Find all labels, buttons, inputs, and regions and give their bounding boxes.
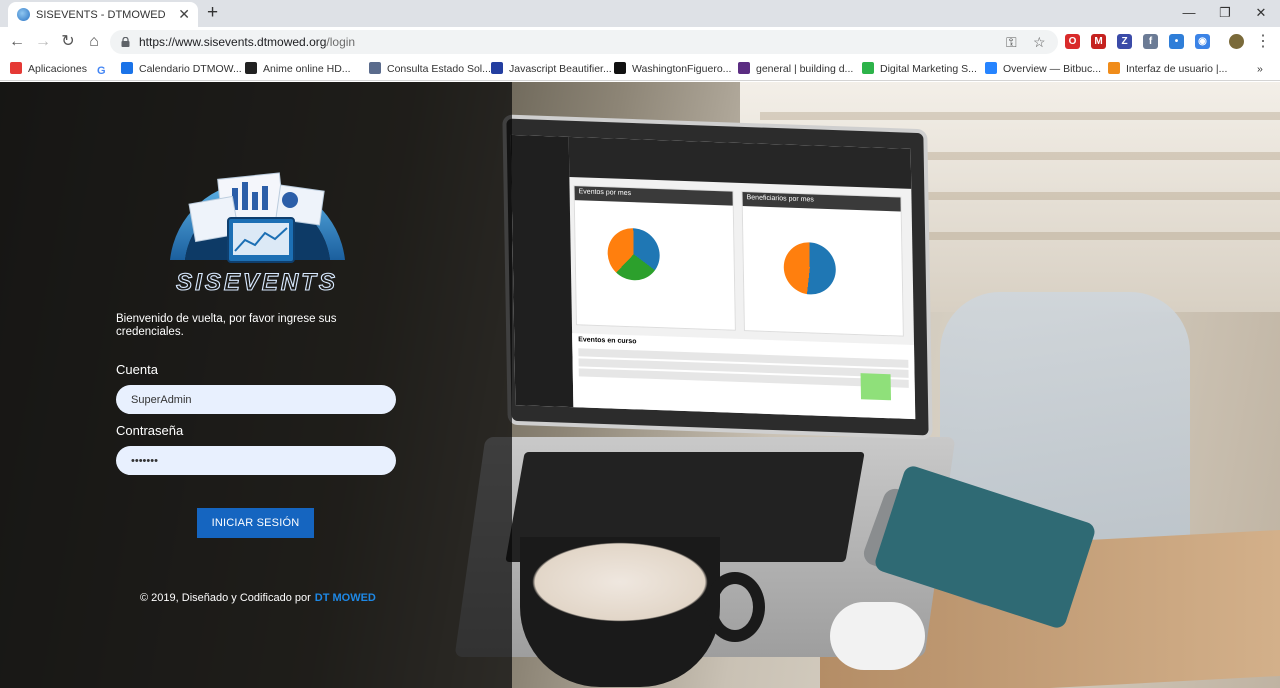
bookmark-item[interactable]: G <box>97 61 115 77</box>
footer-link[interactable]: DT MOWED <box>315 592 376 604</box>
bookmark-favicon-icon <box>121 62 133 74</box>
bookmark-item[interactable]: Interfaz de usuario |... <box>1108 61 1227 77</box>
tab-strip: SISEVENTS - DTMOWED ✕ + — ❐ ✕ <box>0 0 1280 27</box>
pie-beneficiaries <box>783 241 837 296</box>
login-button[interactable]: INICIAR SESIÓN <box>197 508 314 538</box>
password-input[interactable] <box>116 446 396 475</box>
bookmark-favicon-icon <box>862 62 874 74</box>
address-bar[interactable]: https://www.sisevents.dtmowed.org/login … <box>110 30 1058 54</box>
laptop-dashboard-preview: Eventos por mes Beneficiarios por mes Ev… <box>510 134 916 420</box>
tab-title: SISEVENTS - DTMOWED <box>36 9 166 21</box>
key-icon[interactable]: ⚿ <box>1006 33 1017 51</box>
close-tab-icon[interactable]: ✕ <box>178 6 190 22</box>
home-button[interactable]: ⌂ <box>84 32 104 52</box>
browser-menu-icon[interactable]: ⋮ <box>1253 32 1273 52</box>
bookmark-favicon-icon <box>985 62 997 74</box>
back-button[interactable]: ← <box>7 32 27 52</box>
bookmark-favicon-icon <box>614 62 626 74</box>
bookmark-item[interactable]: WashingtonFiguero... <box>614 61 731 77</box>
profile-avatar[interactable] <box>1229 34 1244 49</box>
bookmark-item[interactable]: Digital Marketing S... <box>862 61 977 77</box>
bookmark-item[interactable]: Javascript Beautifier... <box>491 61 612 77</box>
bookmark-favicon-icon <box>491 62 503 74</box>
bookmark-item[interactable]: Aplicaciones <box>10 61 87 77</box>
login-panel: SISEVENTS Bienvenido de vuelta, por favo… <box>0 82 512 688</box>
footer-credit: © 2019, Diseñado y Codificado por DT MOWE… <box>140 592 376 604</box>
pie-events <box>607 227 661 282</box>
opera-ext-icon[interactable]: O <box>1065 34 1080 49</box>
new-tab-button[interactable]: + <box>207 3 218 23</box>
password-label: Contraseña <box>116 423 184 438</box>
reload-button[interactable]: ↻ <box>58 32 78 52</box>
z-ext-icon[interactable]: Z <box>1117 34 1132 49</box>
tab-active[interactable]: SISEVENTS - DTMOWED ✕ <box>8 2 198 27</box>
facebook-ext-icon[interactable]: f <box>1143 34 1158 49</box>
bookmark-item[interactable]: Consulta Estado Sol... <box>369 61 491 77</box>
bookmark-favicon-icon <box>369 62 381 74</box>
dots-ext-icon[interactable]: • <box>1169 34 1184 49</box>
restore-button[interactable]: ❐ <box>1208 3 1242 23</box>
bookmarks-bar: Aplicaciones G Calendario DTMOW... Anime on… <box>0 57 1280 81</box>
sisevents-logo: SISEVENTS <box>170 172 345 297</box>
bookmark-favicon-icon <box>1108 62 1120 74</box>
browser-toolbar: ← → ↻ ⌂ https://www.sisevents.dtmowed.or… <box>0 27 1280 57</box>
minimize-button[interactable]: — <box>1172 3 1206 23</box>
bookmark-item[interactable]: Calendario DTMOW... <box>121 61 242 77</box>
globe-icon <box>17 8 30 21</box>
lock-icon <box>121 37 130 47</box>
chat-ext-icon[interactable]: ◉ <box>1195 34 1210 49</box>
bookmark-favicon-icon <box>10 62 22 74</box>
account-label: Cuenta <box>116 362 158 377</box>
bookmark-favicon-icon: G <box>97 65 106 77</box>
bookmark-item[interactable]: general | building d... <box>738 61 853 77</box>
close-window-button[interactable]: ✕ <box>1244 3 1278 23</box>
bookmark-favicon-icon <box>245 62 257 74</box>
login-page: Eventos por mes Beneficiarios por mes Ev… <box>0 82 1280 688</box>
bookmark-item[interactable]: Overview — Bitbuc... <box>985 61 1101 77</box>
welcome-message: Bienvenido de vuelta, por favor ingrese … <box>116 313 337 338</box>
bookmark-star-icon[interactable]: ☆ <box>1033 33 1046 51</box>
bookmarks-overflow-icon[interactable]: » <box>1257 61 1263 77</box>
bookmark-favicon-icon <box>738 62 750 74</box>
account-input[interactable] <box>116 385 396 414</box>
forward-button[interactable]: → <box>33 32 53 52</box>
url-text: https://www.sisevents.dtmowed.org/login <box>139 35 356 49</box>
gmail-ext-icon[interactable]: M <box>1091 34 1106 49</box>
logo-wordmark: SISEVENTS <box>176 269 338 296</box>
bookmark-item[interactable]: Anime online HD... <box>245 61 351 77</box>
